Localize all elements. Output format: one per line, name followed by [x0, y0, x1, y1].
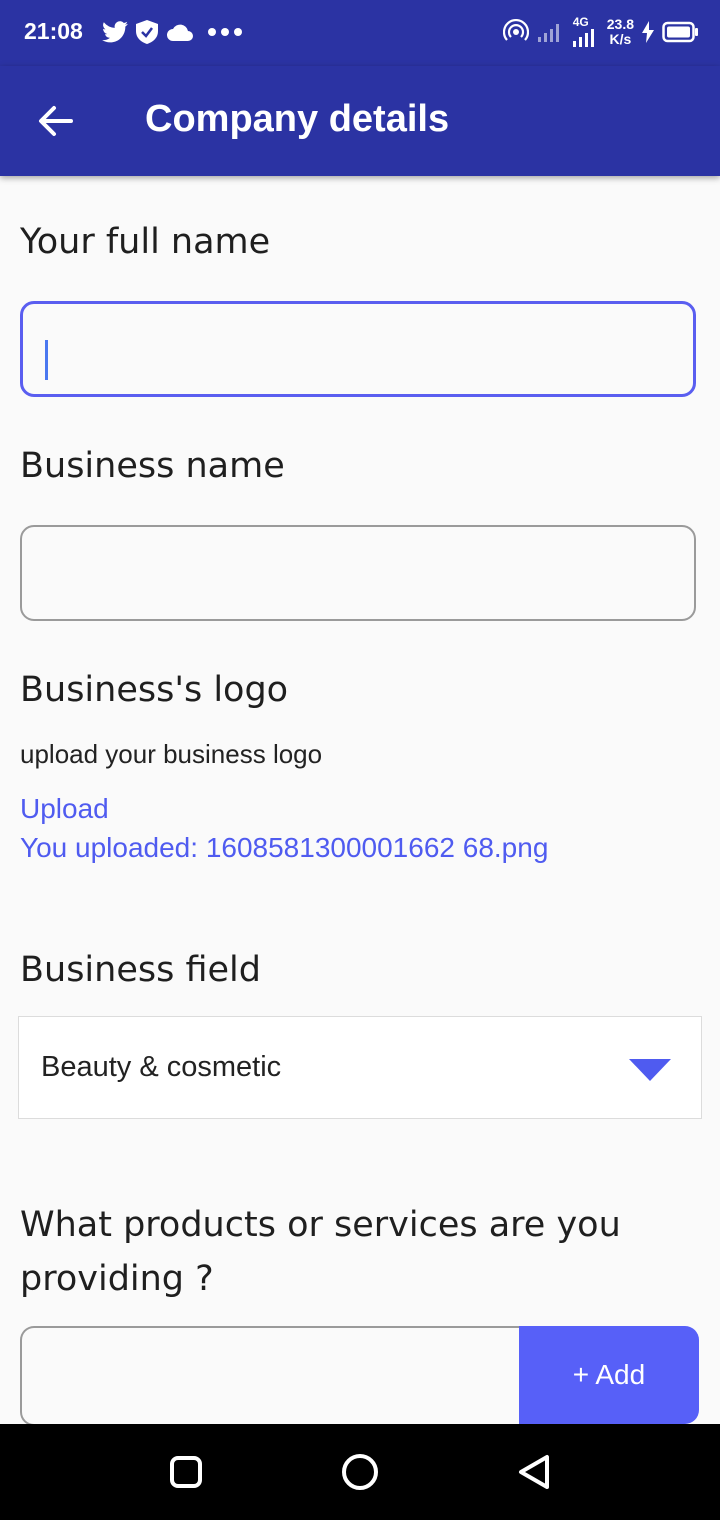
- chevron-down-icon: [629, 1059, 671, 1081]
- upload-link[interactable]: Upload: [20, 793, 109, 825]
- back-button[interactable]: [30, 98, 82, 144]
- add-product-button[interactable]: + Add: [519, 1326, 699, 1424]
- more-dots-icon: [208, 28, 242, 36]
- home-icon: [342, 1454, 378, 1490]
- cloud-icon: [167, 24, 193, 41]
- nav-back-button[interactable]: [510, 1448, 558, 1496]
- network-speed: 23.8 K/s: [606, 16, 634, 47]
- status-time: 21:08: [24, 18, 83, 44]
- text-caret: [45, 340, 48, 380]
- products-question: What products or services are you provid…: [20, 1205, 621, 1299]
- logo-hint: upload your business logo: [20, 739, 323, 769]
- status-bar: 21:08 4G 23.8 K/s: [0, 0, 720, 66]
- business-name-input[interactable]: [20, 525, 696, 621]
- products-input[interactable]: [20, 1326, 520, 1426]
- business-name-label: Business name: [20, 446, 285, 486]
- signal-icon: [537, 24, 559, 42]
- uploaded-file-text: You uploaded: 1608581300001662 68.png: [20, 832, 549, 863]
- status-notification-icons: [102, 18, 242, 46]
- charging-icon: [642, 21, 654, 43]
- full-name-input[interactable]: [20, 301, 696, 397]
- app-bar: Company details: [0, 66, 720, 176]
- shield-icon: [136, 20, 158, 44]
- battery-icon: [662, 21, 698, 43]
- system-nav-bar: [0, 1424, 720, 1520]
- back-triangle-icon: [519, 1455, 549, 1489]
- business-field-dropdown[interactable]: Beauty & cosmetic: [18, 1016, 702, 1119]
- twitter-icon: [102, 21, 128, 43]
- business-field-label: Business field: [20, 950, 261, 990]
- arrow-left-icon: [39, 106, 73, 136]
- full-name-label: Your full name: [20, 222, 271, 262]
- page-title: Company details: [145, 98, 450, 140]
- hotspot-icon: [502, 19, 529, 41]
- status-system-icons: 4G 23.8 K/s: [502, 14, 698, 50]
- home-button[interactable]: [336, 1448, 384, 1496]
- signal-4g-icon: 4G: [571, 15, 599, 47]
- network-type: 4G: [572, 15, 589, 29]
- recents-button[interactable]: [162, 1448, 210, 1496]
- recents-icon: [170, 1456, 202, 1488]
- business-logo-label: Business's logo: [20, 670, 289, 710]
- business-field-selected: Beauty & cosmetic: [41, 1051, 282, 1083]
